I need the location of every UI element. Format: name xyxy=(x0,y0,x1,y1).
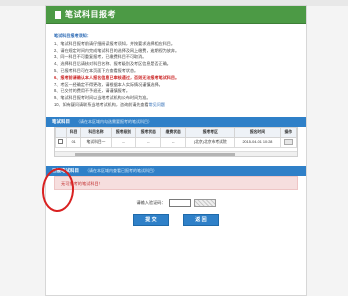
no-subjects-message: 无可报考的笔试科目！ xyxy=(54,175,298,190)
table-cell: (北京)北京市考试院 xyxy=(185,136,236,148)
note-text: 1、笔试科目报考前请仔细阅读报考须知，并按要求选择相应科目。 xyxy=(54,40,175,46)
table-cell xyxy=(279,136,297,148)
notes-label: 笔试科目报考须知： xyxy=(54,33,91,38)
available-subjects-table: 科目 科目名称 报考级别 报考状态 缴费状态 报考考区 报名时间 操作 01 笔试科目一 -- --… xyxy=(54,126,298,157)
subject-checkbox[interactable] xyxy=(58,139,64,145)
notes-list: 1、笔试科目报考前请仔细阅读报考须知，并按要求选择相应科目。 2、请在规定时间内完… xyxy=(54,41,298,109)
scrollbar-thumb[interactable] xyxy=(75,152,235,156)
note-item: 9、笔试科目报考时间以当地考试机构公布时间为准。 xyxy=(54,95,298,102)
column-header: 报名时间 xyxy=(234,126,281,138)
column-header: 报考状态 xyxy=(135,126,162,138)
note-text: 3、同一科目不可重复报考，已缴费科目不可取消。 xyxy=(54,54,147,60)
column-header xyxy=(55,126,67,138)
column-header: 缴费状态 xyxy=(160,126,187,138)
table-cell: -- xyxy=(160,136,187,148)
note-item: 4、选择科目后请核对科目名称、报考级别及考区信息是否正确。 xyxy=(54,61,298,68)
note-text: 10、如有疑问请联系当地考试机构，咨询前请先查看 xyxy=(54,101,149,107)
note-item: 5、已报考科目可在本页面下方查看报考状态。 xyxy=(54,68,298,75)
note-item: 10、如有疑问请联系当地考试机构，咨询前请先查看常见问题 xyxy=(54,102,298,109)
column-header: 操作 xyxy=(279,126,297,138)
section-registered-header: 已报笔试科目 （请在本区域内查看已报考的笔试科目） xyxy=(46,165,306,176)
page-title: 笔试科目报考 xyxy=(65,10,116,19)
note-text: 7、考区一经确定不得更改，请根据本人实际情况谨慎选择。 xyxy=(54,81,163,87)
section-available-note: （请在本区域内勾选需要报考的笔试科目） xyxy=(76,118,152,124)
section-available-title: 笔试科目 xyxy=(52,118,70,124)
column-header: 报考级别 xyxy=(110,126,137,138)
note-item: 6、报考前请确认本人报名信息已审核通过，否则无法报考笔试科目。 xyxy=(54,75,298,82)
table-cell: 2015-04-01 10:28 xyxy=(234,136,281,148)
note-text: 4、选择科目后请核对科目名称、报考级别及考区信息是否正确。 xyxy=(54,61,171,67)
table-cell: -- xyxy=(110,136,137,148)
table-cell: 01 xyxy=(65,136,82,148)
verification-code-input[interactable] xyxy=(168,198,191,207)
column-header: 报考考区 xyxy=(185,126,236,138)
column-header: 科目 xyxy=(65,126,82,138)
table-cell xyxy=(55,136,67,148)
document-icon xyxy=(55,10,61,19)
table-row: 01 笔试科目一 -- -- -- (北京)北京市考试院 2015-04-01 10:28 xyxy=(55,136,297,148)
exam-registration-page: 笔试科目报考 笔试科目报考须知： 1、笔试科目报考前请仔细阅读报考须知，并按要求… xyxy=(45,5,307,296)
table-header-row: 科目 科目名称 报考级别 报考状态 缴费状态 报考考区 报名时间 操作 xyxy=(55,126,297,138)
submit-button[interactable]: 提 交 xyxy=(133,213,169,226)
page-header: 笔试科目报考 xyxy=(46,6,306,24)
table-cell: -- xyxy=(135,136,162,148)
action-buttons: 提 交 返 回 xyxy=(46,213,306,226)
table-cell: 笔试科目一 xyxy=(80,136,112,148)
horizontal-scrollbar[interactable] xyxy=(55,150,297,156)
row-action-button[interactable] xyxy=(283,138,293,145)
note-text: 6、报考前请确认本人报名信息已审核通过，否则无法报考笔试科目。 xyxy=(54,74,180,80)
column-header: 科目名称 xyxy=(80,126,112,138)
registration-notes: 笔试科目报考须知： 1、笔试科目报考前请仔细阅读报考须知，并按要求选择相应科目。… xyxy=(46,24,306,109)
back-button[interactable]: 返 回 xyxy=(183,213,219,226)
section-registered-note: （请在本区域内查看已报考的笔试科目） xyxy=(85,167,157,173)
faq-link[interactable]: 常见问题 xyxy=(149,102,165,107)
captcha-image[interactable] xyxy=(193,198,216,207)
verification-label: 请输入验证码： xyxy=(136,199,166,205)
note-text: 9、笔试科目报考时间以当地考试机构公布时间为准。 xyxy=(54,95,151,101)
note-item: 1、笔试科目报考前请仔细阅读报考须知，并按要求选择相应科目。 xyxy=(54,41,298,48)
note-text: 5、已报考科目可在本页面下方查看报考状态。 xyxy=(54,67,139,73)
section-available-header: 笔试科目 （请在本区域内勾选需要报考的笔试科目） xyxy=(46,116,306,127)
note-text: 2、请在规定时间内完成笔试科目的选择及网上缴费，逾期视为放弃。 xyxy=(54,47,180,53)
verification-row: 请输入验证码： xyxy=(46,198,306,207)
note-text: 8、已交付的费用不予退还，请谨慎报考。 xyxy=(54,88,130,94)
